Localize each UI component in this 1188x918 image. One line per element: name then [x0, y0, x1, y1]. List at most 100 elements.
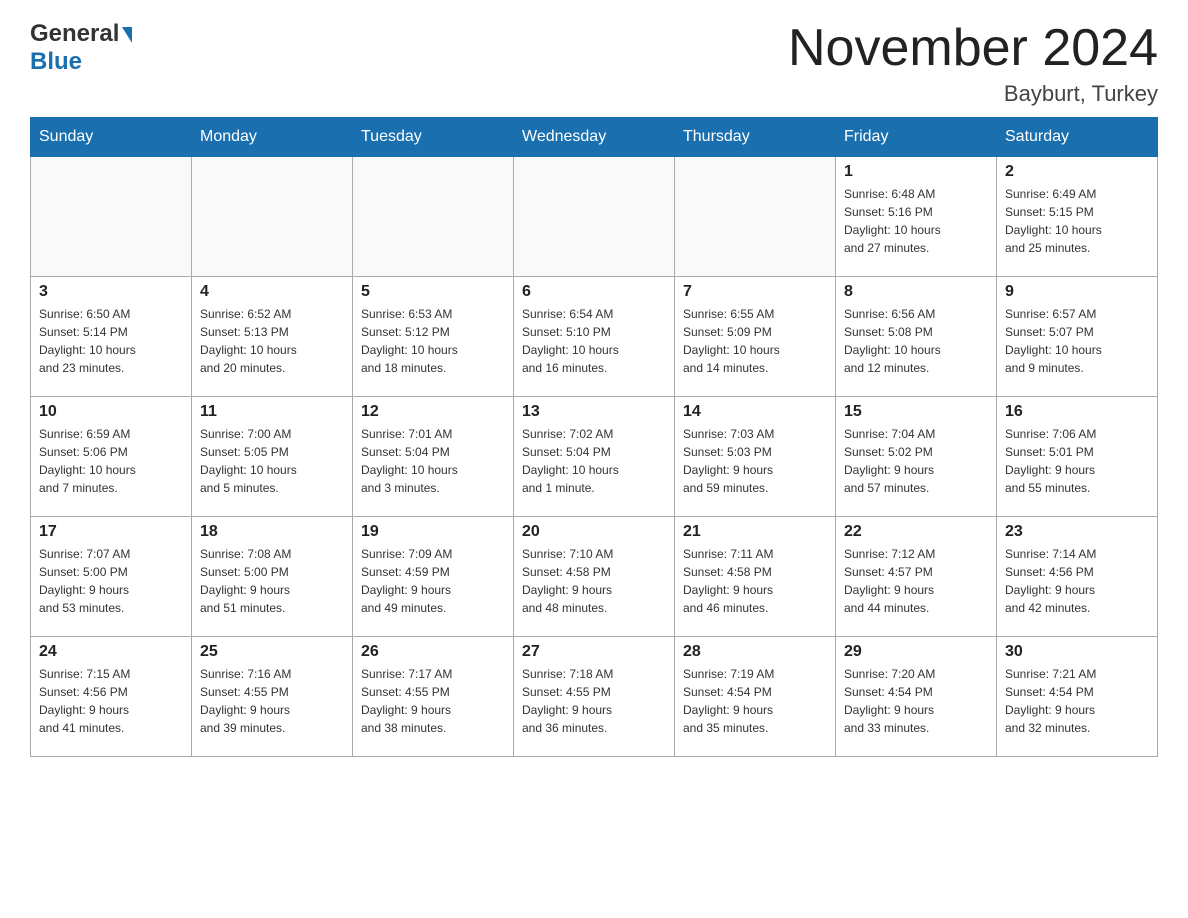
- calendar-cell: 19 Sunrise: 7:09 AM Sunset: 4:59 PM Dayli…: [353, 517, 514, 637]
- day-info: Sunrise: 7:16 AM Sunset: 4:55 PM Dayligh…: [200, 665, 344, 737]
- weekday-header-monday: Monday: [192, 118, 353, 157]
- calendar-header-row: SundayMondayTuesdayWednesdayThursdayFrid…: [31, 118, 1158, 157]
- day-info: Sunrise: 7:14 AM Sunset: 4:56 PM Dayligh…: [1005, 545, 1149, 617]
- day-number: 24: [39, 643, 183, 661]
- logo-general-text: General: [30, 20, 119, 48]
- calendar-week-row: 3 Sunrise: 6:50 AM Sunset: 5:14 PM Daylig…: [31, 277, 1158, 397]
- day-info: Sunrise: 6:49 AM Sunset: 5:15 PM Dayligh…: [1005, 185, 1149, 257]
- calendar-cell: 3 Sunrise: 6:50 AM Sunset: 5:14 PM Daylig…: [31, 277, 192, 397]
- calendar-cell: 24 Sunrise: 7:15 AM Sunset: 4:56 PM Dayli…: [31, 637, 192, 757]
- day-info: Sunrise: 6:57 AM Sunset: 5:07 PM Dayligh…: [1005, 305, 1149, 377]
- calendar-week-row: 24 Sunrise: 7:15 AM Sunset: 4:56 PM Dayli…: [31, 637, 1158, 757]
- logo-blue-text: Blue: [30, 48, 82, 75]
- day-info: Sunrise: 6:50 AM Sunset: 5:14 PM Dayligh…: [39, 305, 183, 377]
- calendar-table: SundayMondayTuesdayWednesdayThursdayFrid…: [30, 117, 1158, 757]
- day-info: Sunrise: 7:19 AM Sunset: 4:54 PM Dayligh…: [683, 665, 827, 737]
- day-number: 28: [683, 643, 827, 661]
- weekday-header-sunday: Sunday: [31, 118, 192, 157]
- calendar-cell: 17 Sunrise: 7:07 AM Sunset: 5:00 PM Dayli…: [31, 517, 192, 637]
- day-info: Sunrise: 7:00 AM Sunset: 5:05 PM Dayligh…: [200, 425, 344, 497]
- day-number: 26: [361, 643, 505, 661]
- day-info: Sunrise: 7:12 AM Sunset: 4:57 PM Dayligh…: [844, 545, 988, 617]
- day-number: 8: [844, 283, 988, 301]
- calendar-cell: [353, 157, 514, 277]
- day-number: 22: [844, 523, 988, 541]
- calendar-cell: 15 Sunrise: 7:04 AM Sunset: 5:02 PM Dayli…: [836, 397, 997, 517]
- day-number: 18: [200, 523, 344, 541]
- day-info: Sunrise: 7:09 AM Sunset: 4:59 PM Dayligh…: [361, 545, 505, 617]
- day-number: 15: [844, 403, 988, 421]
- day-info: Sunrise: 7:01 AM Sunset: 5:04 PM Dayligh…: [361, 425, 505, 497]
- weekday-header-wednesday: Wednesday: [514, 118, 675, 157]
- day-info: Sunrise: 6:53 AM Sunset: 5:12 PM Dayligh…: [361, 305, 505, 377]
- day-info: Sunrise: 7:20 AM Sunset: 4:54 PM Dayligh…: [844, 665, 988, 737]
- calendar-week-row: 10 Sunrise: 6:59 AM Sunset: 5:06 PM Dayli…: [31, 397, 1158, 517]
- logo: General Blue: [30, 20, 132, 76]
- day-number: 19: [361, 523, 505, 541]
- day-number: 14: [683, 403, 827, 421]
- calendar-week-row: 17 Sunrise: 7:07 AM Sunset: 5:00 PM Dayli…: [31, 517, 1158, 637]
- calendar-cell: 2 Sunrise: 6:49 AM Sunset: 5:15 PM Daylig…: [997, 157, 1158, 277]
- day-number: 4: [200, 283, 344, 301]
- day-number: 17: [39, 523, 183, 541]
- calendar-cell: [192, 157, 353, 277]
- calendar-cell: 28 Sunrise: 7:19 AM Sunset: 4:54 PM Dayli…: [675, 637, 836, 757]
- location-title: Bayburt, Turkey: [788, 81, 1158, 107]
- calendar-cell: 6 Sunrise: 6:54 AM Sunset: 5:10 PM Daylig…: [514, 277, 675, 397]
- logo-triangle-icon: [122, 27, 132, 43]
- day-info: Sunrise: 6:54 AM Sunset: 5:10 PM Dayligh…: [522, 305, 666, 377]
- day-number: 10: [39, 403, 183, 421]
- day-number: 12: [361, 403, 505, 421]
- day-number: 29: [844, 643, 988, 661]
- calendar-cell: 22 Sunrise: 7:12 AM Sunset: 4:57 PM Dayli…: [836, 517, 997, 637]
- day-number: 3: [39, 283, 183, 301]
- day-number: 25: [200, 643, 344, 661]
- calendar-cell: 10 Sunrise: 6:59 AM Sunset: 5:06 PM Dayli…: [31, 397, 192, 517]
- calendar-cell: 9 Sunrise: 6:57 AM Sunset: 5:07 PM Daylig…: [997, 277, 1158, 397]
- day-info: Sunrise: 7:21 AM Sunset: 4:54 PM Dayligh…: [1005, 665, 1149, 737]
- day-number: 7: [683, 283, 827, 301]
- day-number: 20: [522, 523, 666, 541]
- weekday-header-saturday: Saturday: [997, 118, 1158, 157]
- calendar-cell: 12 Sunrise: 7:01 AM Sunset: 5:04 PM Dayli…: [353, 397, 514, 517]
- day-info: Sunrise: 7:07 AM Sunset: 5:00 PM Dayligh…: [39, 545, 183, 617]
- calendar-cell: 25 Sunrise: 7:16 AM Sunset: 4:55 PM Dayli…: [192, 637, 353, 757]
- day-info: Sunrise: 7:18 AM Sunset: 4:55 PM Dayligh…: [522, 665, 666, 737]
- month-title: November 2024: [788, 20, 1158, 77]
- day-number: 16: [1005, 403, 1149, 421]
- day-number: 2: [1005, 163, 1149, 181]
- calendar-cell: 27Sunrise: 7:18 AM Sunset: 4:55 PM Dayli…: [514, 637, 675, 757]
- day-info: Sunrise: 7:11 AM Sunset: 4:58 PM Dayligh…: [683, 545, 827, 617]
- day-info: Sunrise: 7:06 AM Sunset: 5:01 PM Dayligh…: [1005, 425, 1149, 497]
- calendar-cell: [675, 157, 836, 277]
- day-number: 6: [522, 283, 666, 301]
- day-number: 5: [361, 283, 505, 301]
- calendar-cell: 29 Sunrise: 7:20 AM Sunset: 4:54 PM Dayli…: [836, 637, 997, 757]
- calendar-cell: 18 Sunrise: 7:08 AM Sunset: 5:00 PM Dayli…: [192, 517, 353, 637]
- weekday-header-friday: Friday: [836, 118, 997, 157]
- calendar-cell: [514, 157, 675, 277]
- day-info: Sunrise: 6:59 AM Sunset: 5:06 PM Dayligh…: [39, 425, 183, 497]
- day-number: 23: [1005, 523, 1149, 541]
- calendar-cell: 4 Sunrise: 6:52 AM Sunset: 5:13 PM Daylig…: [192, 277, 353, 397]
- calendar-cell: [31, 157, 192, 277]
- day-number: 30: [1005, 643, 1149, 661]
- day-number: 21: [683, 523, 827, 541]
- weekday-header-tuesday: Tuesday: [353, 118, 514, 157]
- day-info: Sunrise: 7:02 AM Sunset: 5:04 PM Dayligh…: [522, 425, 666, 497]
- calendar-cell: 1 Sunrise: 6:48 AM Sunset: 5:16 PM Daylig…: [836, 157, 997, 277]
- title-section: November 2024 Bayburt, Turkey: [788, 20, 1158, 107]
- calendar-week-row: 1 Sunrise: 6:48 AM Sunset: 5:16 PM Daylig…: [31, 157, 1158, 277]
- day-number: 9: [1005, 283, 1149, 301]
- calendar-cell: 20Sunrise: 7:10 AM Sunset: 4:58 PM Dayli…: [514, 517, 675, 637]
- calendar-cell: 16 Sunrise: 7:06 AM Sunset: 5:01 PM Dayli…: [997, 397, 1158, 517]
- page-header: General Blue November 2024 Bayburt, Turk…: [30, 20, 1158, 107]
- day-number: 1: [844, 163, 988, 181]
- day-info: Sunrise: 7:08 AM Sunset: 5:00 PM Dayligh…: [200, 545, 344, 617]
- day-info: Sunrise: 6:56 AM Sunset: 5:08 PM Dayligh…: [844, 305, 988, 377]
- calendar-cell: 13Sunrise: 7:02 AM Sunset: 5:04 PM Dayli…: [514, 397, 675, 517]
- day-info: Sunrise: 6:48 AM Sunset: 5:16 PM Dayligh…: [844, 185, 988, 257]
- day-info: Sunrise: 6:52 AM Sunset: 5:13 PM Dayligh…: [200, 305, 344, 377]
- day-info: Sunrise: 7:15 AM Sunset: 4:56 PM Dayligh…: [39, 665, 183, 737]
- day-info: Sunrise: 7:04 AM Sunset: 5:02 PM Dayligh…: [844, 425, 988, 497]
